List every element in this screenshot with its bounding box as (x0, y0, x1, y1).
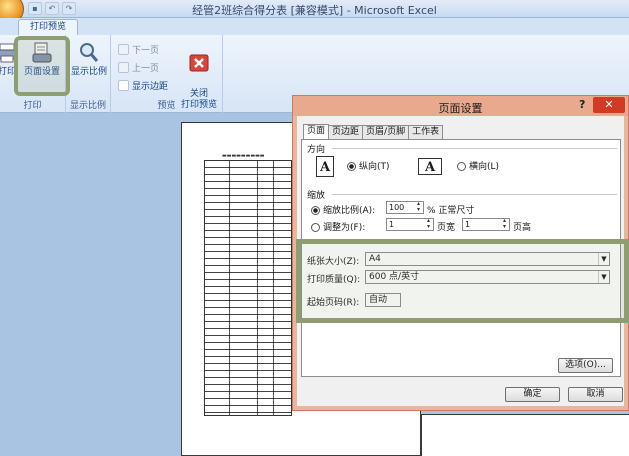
next-page-icon (118, 43, 129, 55)
cancel-button[interactable]: 取消 (568, 387, 623, 402)
tab-sheet[interactable]: 工作表 (408, 125, 444, 139)
normal-size-label: % 正常尺寸 (427, 206, 475, 216)
landscape-radio[interactable]: 横向(L) (457, 159, 499, 172)
tab-margins[interactable]: 页边距 (328, 125, 364, 139)
page-setup-highlight (14, 36, 70, 96)
help-button[interactable]: ? (579, 98, 585, 111)
show-margins-checkbox[interactable]: 显示边距 (118, 78, 168, 92)
tab-header-footer[interactable]: 页眉/页脚 (362, 125, 410, 139)
preview-group: 下一页 上一页 显示边距 关闭 打印预览 预览 (111, 35, 223, 113)
dialog-title-bar: 页面设置 ? ✕ (293, 96, 628, 116)
close-preview-icon (189, 54, 209, 72)
dialog-tabs: 页面 页边距 页眉/页脚 工作表 (303, 124, 444, 139)
radio-selected-icon (311, 206, 320, 215)
pages-wide-label: 页宽 (437, 223, 456, 233)
portrait-radio[interactable]: 纵向(T) (347, 159, 390, 172)
pages-tall-label: 页高 (513, 223, 532, 233)
radio-icon (457, 162, 466, 171)
sheet-title-thumbnail: ▬▬▬▬▬▬▬▬▬ (222, 153, 265, 159)
scale-percent-spinner[interactable]: 100 (386, 201, 424, 214)
landscape-icon: A (418, 158, 442, 175)
dialog-title: 页面设置 (438, 102, 483, 115)
zoom-button[interactable]: 显示比例 (70, 41, 108, 78)
dialog-close-button[interactable]: ✕ (593, 97, 625, 113)
window-title: 经管2班综合得分表 [兼容模式] - Microsoft Excel (192, 4, 437, 17)
orientation-label: 方向 (307, 145, 326, 155)
scaling-label: 缩放 (307, 191, 326, 201)
options-button[interactable]: 选项(O)... (558, 358, 613, 373)
portrait-icon: A (316, 156, 334, 177)
preview-page-next (421, 414, 629, 456)
tab-page[interactable]: 页面 (303, 124, 330, 139)
pages-wide-spinner[interactable]: 1 (386, 218, 434, 231)
prev-page-icon (118, 61, 129, 73)
paper-settings-highlight (296, 239, 629, 323)
ribbon-tab-row: 打印预览 (0, 18, 629, 35)
radio-icon (311, 223, 320, 232)
ok-button[interactable]: 确定 (505, 387, 560, 402)
fit-to-radio[interactable]: 调整为(F): (311, 220, 365, 233)
radio-selected-icon (347, 162, 356, 171)
pages-tall-spinner[interactable]: 1 (462, 218, 510, 231)
prev-page-button[interactable]: 上一页 (118, 60, 159, 74)
sheet-table-thumbnail (204, 160, 292, 416)
tab-print-preview[interactable]: 打印预览 (18, 19, 78, 35)
zoom-group: 显示比例 显示比例 (66, 35, 111, 113)
divider (332, 148, 617, 149)
next-page-button[interactable]: 下一页 (118, 42, 159, 56)
divider (332, 194, 617, 195)
checkbox-icon (118, 79, 129, 91)
adjust-to-radio[interactable]: 缩放比例(A): (311, 203, 375, 216)
magnifier-icon (80, 43, 99, 62)
title-bar: ▪ ↶ ↷ 经管2班综合得分表 [兼容模式] - Microsoft Excel (0, 0, 629, 24)
